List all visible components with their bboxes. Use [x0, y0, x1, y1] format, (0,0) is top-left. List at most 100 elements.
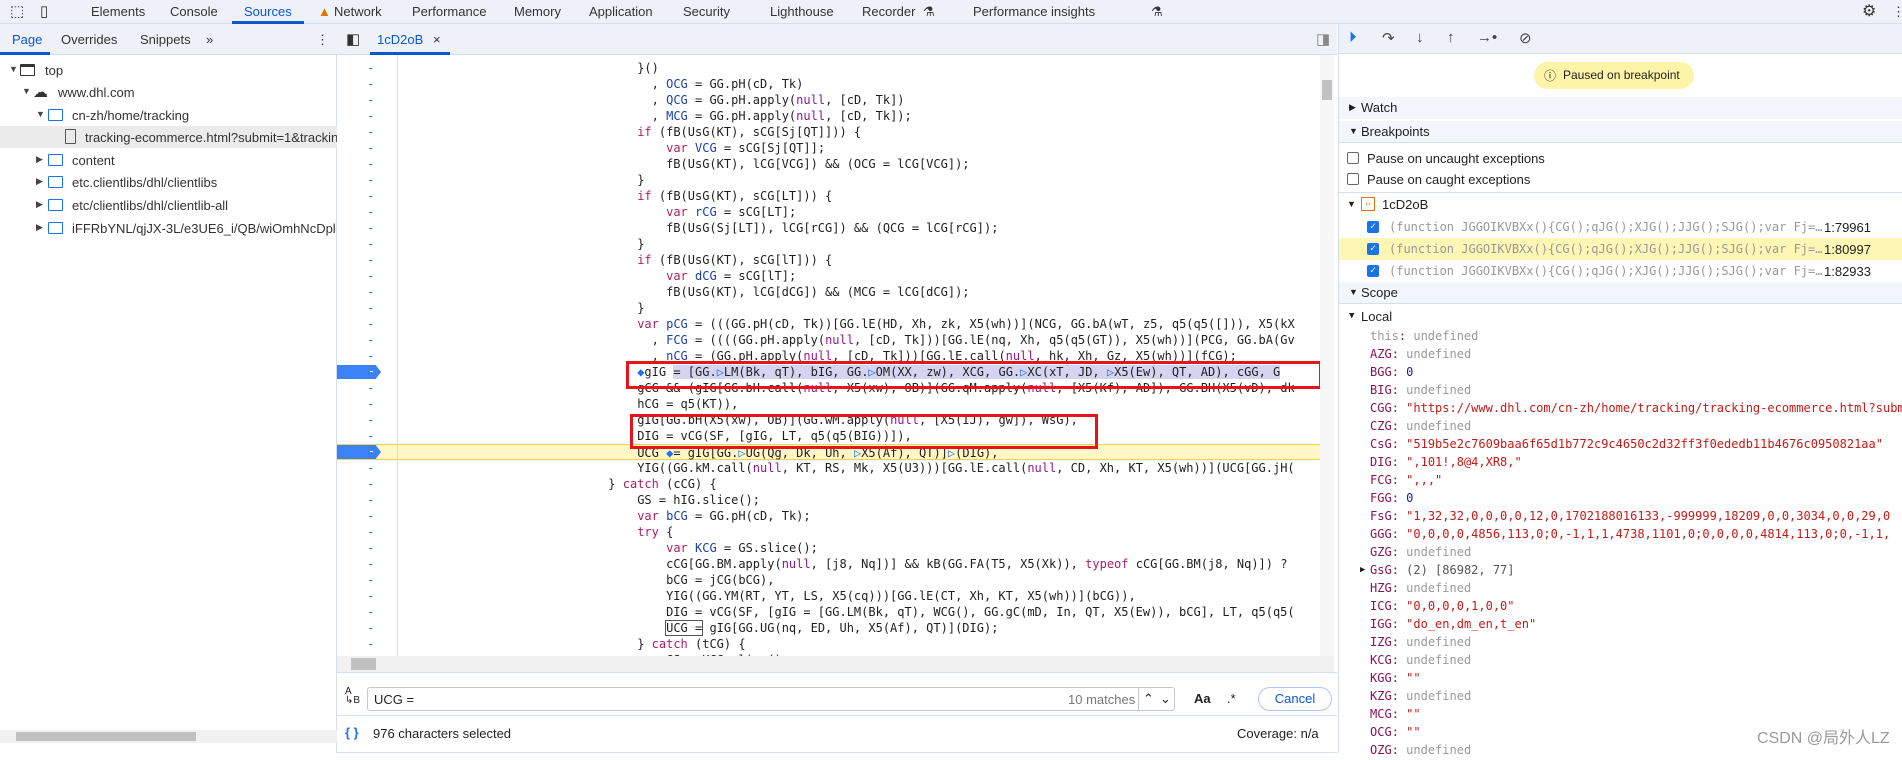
code-line[interactable]: } [337, 300, 1320, 316]
line-number[interactable]: - [337, 332, 398, 348]
line-number[interactable]: - [337, 60, 398, 76]
code-line[interactable]: try { [337, 524, 1320, 540]
line-number[interactable]: - [337, 428, 398, 444]
pause-caught-checkbox[interactable] [1347, 173, 1359, 185]
tree-item-folder[interactable]: ▼ cn-zh/home/tracking [0, 104, 337, 126]
code-line[interactable]: } catch (cCG) { [337, 476, 1320, 492]
breakpoint-item[interactable]: ✓ (function JGGOIKVBXx(){CG();qJG();XJG()… [1339, 238, 1902, 260]
breakpoint-marker-icon[interactable]: - [337, 445, 381, 459]
code-line[interactable]: fB(UsG(KT), lCG[VCG]) && (OCG = lCG[VCG]… [337, 156, 1320, 172]
code-line[interactable]: if (fB(UsG(KT), sCG[Sj[QT]])) { [337, 124, 1320, 140]
next-match-button[interactable]: ⌄ [1160, 691, 1171, 707]
code-line[interactable]: if (fB(UsG(KT), sCG[LT])) { [337, 188, 1320, 204]
tab-recorder[interactable]: Recorder [862, 4, 915, 19]
tab-performance[interactable]: Performance [412, 4, 486, 19]
line-number[interactable]: - [337, 188, 398, 204]
breakpoint-marker-icon[interactable]: - [337, 365, 381, 379]
tree-item-folder[interactable]: ▶ etc/clientlibs/dhl/clientlib-all [0, 194, 337, 216]
scope-variable[interactable]: DIG: ",101!,8@4,XR8," [1339, 454, 1902, 472]
scrollbar-thumb[interactable] [1322, 80, 1332, 100]
line-number[interactable]: - [337, 124, 398, 140]
expand-arrow-icon[interactable]: ▼ [36, 109, 45, 119]
code-line[interactable]: , QCG = GG.pH.apply(null, [cD, Tk]) [337, 92, 1320, 108]
scope-variable[interactable]: MCG: "" [1339, 706, 1902, 724]
tab-performance-insights[interactable]: Performance insights [973, 4, 1095, 19]
code-line[interactable]: , MCG = GG.pH.apply(null, [cD, Tk]); [337, 108, 1320, 124]
code-line[interactable]: YIG((GG.kM.call(null, KT, RS, Mk, X5(U3)… [337, 460, 1320, 476]
code-line[interactable]: , nCG = (GG.pH.apply(null, [cD, Tk]))[GG… [337, 348, 1320, 364]
pause-uncaught-checkbox[interactable] [1347, 152, 1359, 164]
inline-breakpoint-icon[interactable]: ▷ [716, 365, 724, 379]
replace-toggle-icon[interactable]: A ↳B [345, 687, 360, 706]
more-options-icon[interactable]: ⋮ [316, 32, 329, 48]
code-line[interactable]: hCG = q5(KT)), [337, 396, 1320, 412]
tab-elements[interactable]: Elements [91, 4, 145, 19]
line-number[interactable]: - [337, 556, 398, 572]
scope-variable[interactable]: CsG: "519b5e2c7609baa6f65d1b772c9c4650c2… [1339, 436, 1902, 454]
line-number[interactable]: - [337, 492, 398, 508]
close-tab-icon[interactable]: × [433, 32, 441, 47]
pretty-print-icon[interactable]: { } [345, 725, 359, 740]
line-number[interactable]: - [337, 508, 398, 524]
collapsed-arrow-icon[interactable]: ▶ [36, 176, 43, 187]
scope-variable[interactable]: KCG: undefined [1339, 652, 1902, 670]
horizontal-scrollbar[interactable] [337, 656, 1334, 672]
line-number[interactable]: - [337, 460, 398, 476]
match-case-button[interactable]: Aa [1194, 691, 1211, 706]
code-line[interactable]: cCG[GG.BM.apply(null, [j8, Nq])] && kB(G… [337, 556, 1320, 572]
code-line[interactable]: , OCG = GG.pH(cD, Tk) [337, 76, 1320, 92]
line-number[interactable]: - [337, 412, 398, 428]
scope-variable[interactable]: ▶ GsG: (2) [86982, 77] [1339, 562, 1902, 580]
line-number[interactable]: - [337, 204, 398, 220]
line-number[interactable]: - [337, 444, 398, 460]
line-number[interactable]: - [337, 636, 398, 652]
code-line[interactable]: }() [337, 60, 1320, 76]
scope-variable[interactable]: AZG: undefined [1339, 346, 1902, 364]
scope-variable[interactable]: KZG: undefined [1339, 688, 1902, 706]
tab-sources[interactable]: Sources [244, 4, 292, 19]
collapsed-arrow-icon[interactable]: ▶ [36, 154, 43, 165]
line-number[interactable]: - [337, 588, 398, 604]
breakpoint-checkbox[interactable]: ✓ [1367, 243, 1379, 255]
cancel-button[interactable]: Cancel [1258, 687, 1332, 711]
code-line[interactable]: YIG((GG.YM(RT, YT, LS, X5(cq)))[GG.lE(CT… [337, 588, 1320, 604]
scope-variable[interactable]: this: undefined [1339, 328, 1902, 346]
device-toolbar-icon[interactable]: ▯ [40, 2, 48, 20]
scope-variable[interactable]: KGG: "" [1339, 670, 1902, 688]
step-out-icon[interactable]: ↑ [1447, 29, 1455, 46]
scope-variable[interactable]: FGG: 0 [1339, 490, 1902, 508]
breakpoints-section-header[interactable]: ▼ Breakpoints [1339, 121, 1902, 143]
line-number[interactable]: - [337, 364, 398, 380]
scope-variable[interactable]: IZG: undefined [1339, 634, 1902, 652]
inline-breakpoint-icon[interactable]: ▷ [868, 365, 876, 379]
tree-item-folder[interactable]: ▶ content [0, 149, 337, 171]
editor-tab-1cD2oB[interactable]: 1cD2oB [377, 32, 423, 47]
code-line[interactable]: fB(UsG(KT), lCG[dCG]) && (MCG = lCG[dCG]… [337, 284, 1320, 300]
collapsed-arrow-icon[interactable]: ▶ [36, 199, 43, 210]
code-line[interactable]: gCG && (gIG[GG.bH.call(null, X5(xw), OB)… [337, 380, 1320, 396]
code-line[interactable]: var KCG = GS.slice(); [337, 540, 1320, 556]
breakpoint-file-group[interactable]: ▼ ‹› 1cD2oB [1339, 194, 1902, 216]
tree-item-folder[interactable]: ▶ etc.clientlibs/dhl/clientlibs [0, 171, 337, 193]
scope-variable[interactable]: CZG: undefined [1339, 418, 1902, 436]
scope-variable[interactable]: CGG: "https://www.dhl.com/cn-zh/home/tra… [1339, 400, 1902, 418]
tree-item-top[interactable]: ▼ top [0, 59, 337, 81]
code-line[interactable]: var VCG = sCG[Sj[QT]]; [337, 140, 1320, 156]
regex-button[interactable]: .* [1227, 691, 1236, 706]
code-line[interactable]: , FCG = ((((GG.pH.apply(null, [cD, Tk]))… [337, 332, 1320, 348]
code-line[interactable]: ◆gIG = [GG.▷LM(Bk, qT), bIG, GG.▷OM(XX, … [337, 364, 1320, 380]
collapsed-arrow-icon[interactable]: ▶ [1360, 565, 1365, 575]
code-line[interactable]: var bCG = GG.pH(cD, Tk); [337, 508, 1320, 524]
line-number[interactable]: - [337, 380, 398, 396]
watch-section-header[interactable]: ▶ Watch [1339, 97, 1902, 119]
line-number[interactable]: - [337, 220, 398, 236]
tree-item-domain[interactable]: ▼ ☁ www.dhl.com [0, 81, 337, 103]
tab-lighthouse[interactable]: Lighthouse [770, 4, 834, 19]
scrollbar-thumb[interactable] [16, 732, 196, 741]
line-number[interactable]: - [337, 172, 398, 188]
gear-icon[interactable]: ⚙ [1862, 1, 1876, 21]
step-over-icon[interactable]: ↷ [1382, 29, 1395, 47]
code-line[interactable]: gIG[GG.bH(X5(xw), OB)](GG.wM.apply(null,… [337, 412, 1320, 428]
tab-snippets[interactable]: Snippets [140, 32, 191, 47]
scope-local-header[interactable]: ▼ Local [1339, 308, 1902, 326]
